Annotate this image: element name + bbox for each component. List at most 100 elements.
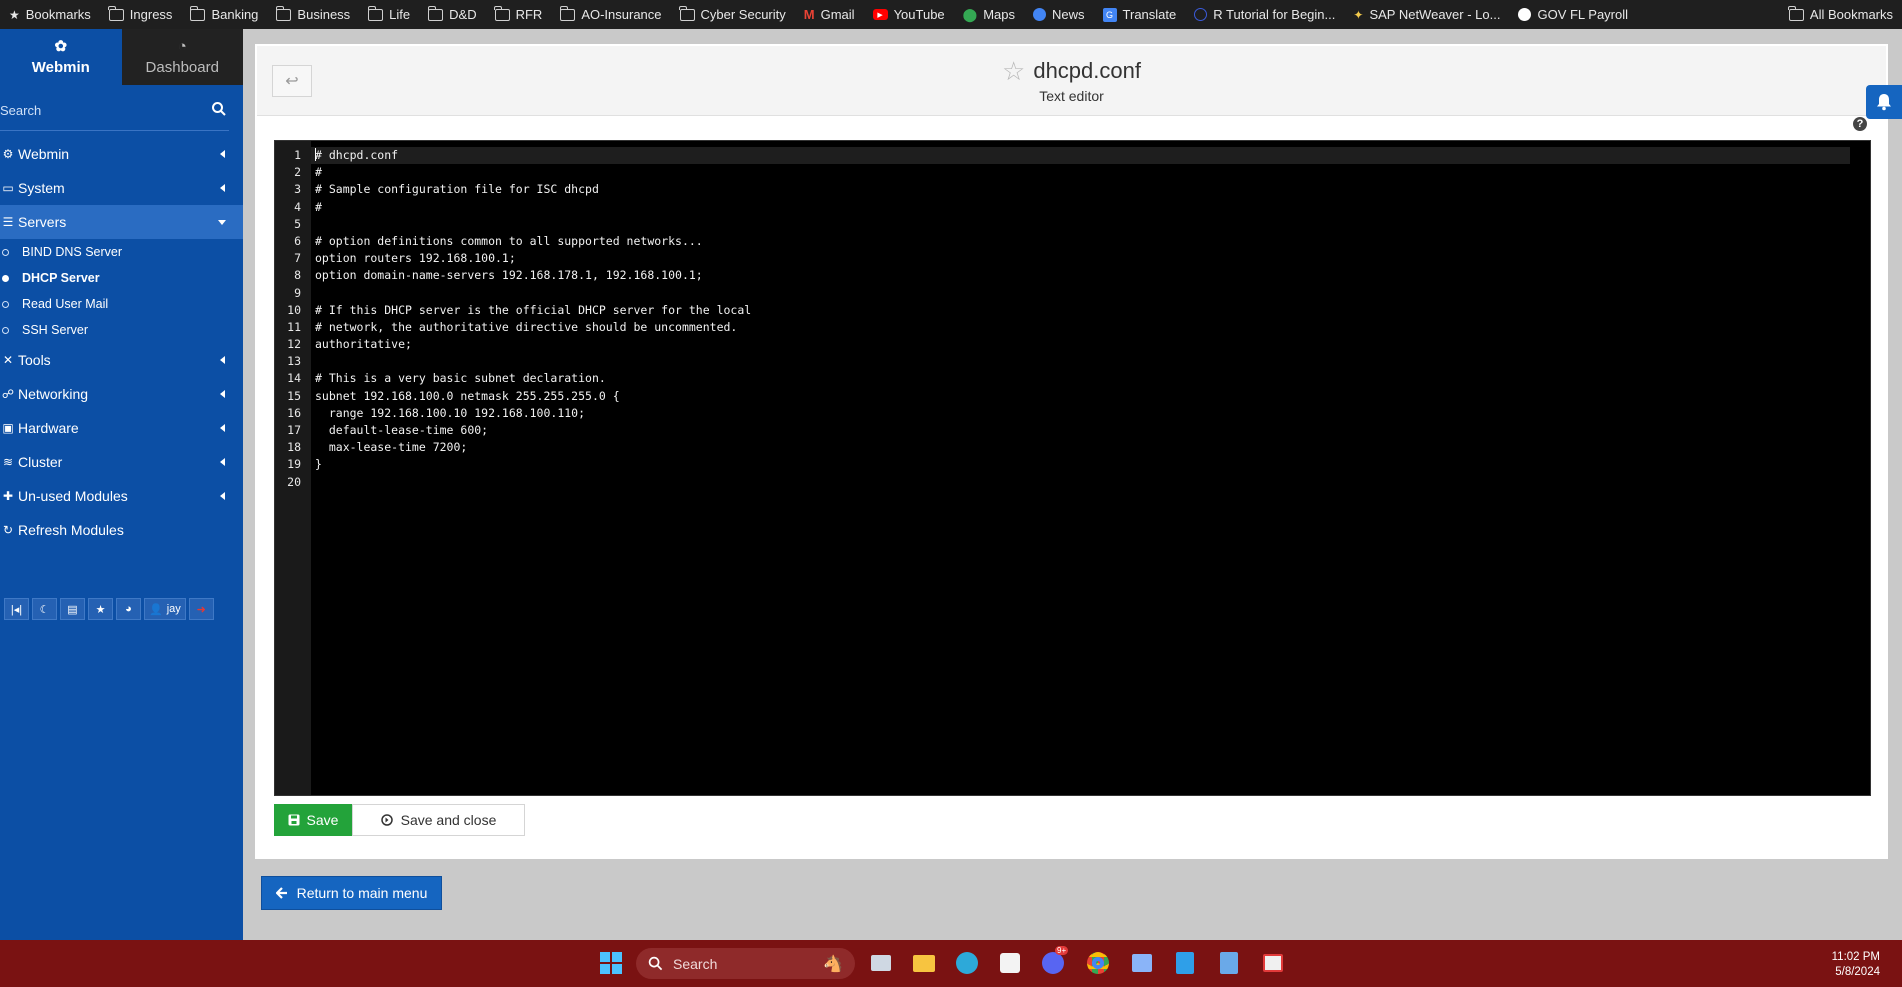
tab-webmin[interactable]: ✿ Webmin	[0, 29, 122, 85]
sidebar-toolbar: |◂| ☾ ▤ ★ ◕ 👤 jay ➜	[4, 598, 214, 620]
save-and-close-button[interactable]: Save and close	[352, 804, 525, 836]
line-number: 18	[287, 440, 301, 455]
microsoft-store-button[interactable]	[997, 950, 1023, 976]
chrome-browser-button[interactable]	[1085, 950, 1111, 976]
return-to-main-menu-button[interactable]: Return to main menu	[261, 876, 442, 910]
code-line[interactable]	[311, 216, 1870, 233]
sidebar-item-system[interactable]: ▭ System	[0, 171, 243, 205]
code-line[interactable]: # Sample configuration file for ISC dhcp…	[311, 181, 1870, 198]
line-number: 9	[294, 285, 301, 300]
star-icon: ★	[95, 603, 106, 616]
bookmark-folder-life[interactable]: Life	[359, 0, 419, 29]
line-number: 5	[294, 216, 301, 231]
code-editor[interactable]: 1 2 3 4 5 6 7 8 9 10 11 12 13 14 15 16 17 18 19 20 # dhcpd.…	[274, 140, 1871, 796]
code-line[interactable]: #	[311, 164, 1870, 181]
code-line[interactable]	[311, 353, 1870, 370]
remote-desktop-button[interactable]	[1129, 950, 1155, 976]
code-line[interactable]: default-lease-time 600;	[311, 422, 1870, 439]
folder-icon	[189, 5, 206, 21]
submenu-item-bind-dns[interactable]: BIND DNS Server	[0, 239, 243, 265]
bookmark-folder-ingress[interactable]: Ingress	[100, 0, 182, 29]
folder-icon	[427, 5, 444, 21]
sidebar-item-webmin[interactable]: ⚙ Webmin	[0, 137, 243, 171]
calculator-button[interactable]	[1216, 950, 1242, 976]
code-line[interactable]: range 192.168.100.10 192.168.100.110;	[311, 405, 1870, 422]
code-content[interactable]: # dhcpd.conf # # Sample configuration file…	[311, 141, 1870, 795]
code-line[interactable]: max-lease-time 7200;	[311, 439, 1870, 456]
bookmark-youtube[interactable]: ▶ YouTube	[864, 0, 954, 29]
sidebar-item-tools[interactable]: ✕ Tools	[0, 343, 243, 377]
taskbar-search[interactable]: Search 🐴	[636, 948, 855, 979]
bookmark-r-tutorial[interactable]: R Tutorial for Begin...	[1185, 0, 1344, 29]
bookmark-bookmarks[interactable]: ★ Bookmarks	[0, 0, 100, 29]
floppy-disk-icon	[288, 814, 300, 826]
start-button[interactable]	[598, 950, 624, 976]
code-line[interactable]	[311, 474, 1870, 491]
sidebar-item-cluster[interactable]: ≋ Cluster	[0, 445, 243, 479]
line-number: 11	[287, 319, 301, 334]
code-line[interactable]: subnet 192.168.100.0 netmask 255.255.255…	[311, 388, 1870, 405]
night-mode-button[interactable]: ☾	[32, 598, 57, 620]
bookmark-translate[interactable]: G Translate	[1094, 0, 1186, 29]
favorite-star-icon[interactable]: ☆	[1002, 58, 1025, 84]
code-line[interactable]: # This is a very basic subnet declaratio…	[311, 370, 1870, 387]
logout-button[interactable]: ➜	[188, 598, 214, 620]
code-line[interactable]: # dhcpd.conf	[311, 147, 1850, 165]
sidebar-item-refresh-modules[interactable]: ↻ Refresh Modules	[0, 513, 243, 547]
edge-browser-button[interactable]	[954, 950, 980, 976]
bookmark-gmail[interactable]: M Gmail	[795, 0, 864, 29]
bookmark-folder-cyber-security[interactable]: Cyber Security	[671, 0, 795, 29]
code-line[interactable]: #	[311, 199, 1870, 216]
tab-dashboard[interactable]: ◔ Dashboard	[121, 29, 243, 85]
all-bookmarks-folder[interactable]: All Bookmarks	[1780, 0, 1902, 29]
snipping-tool-button[interactable]	[1260, 950, 1286, 976]
bookmark-news[interactable]: News	[1024, 0, 1094, 29]
code-line[interactable]: option routers 192.168.100.1;	[311, 250, 1870, 267]
network-icon: ☍	[1, 387, 15, 401]
favorites-button[interactable]: ★	[88, 598, 113, 620]
theme-button[interactable]: ◕	[116, 598, 141, 620]
save-button[interactable]: Save	[274, 804, 352, 836]
servers-submenu: BIND DNS Server DHCP Server Read User Ma…	[0, 239, 243, 343]
code-line[interactable]: # network, the authoritative directive s…	[311, 319, 1870, 336]
notepad-button[interactable]	[1172, 950, 1198, 976]
puzzle-icon: ✚	[2, 489, 14, 503]
bookmark-folder-rfr[interactable]: RFR	[486, 0, 552, 29]
user-button[interactable]: 👤 jay	[144, 598, 186, 620]
bookmark-maps[interactable]: ⬤ Maps	[954, 0, 1024, 29]
sidebar-item-hardware[interactable]: ▣ Hardware	[0, 411, 243, 445]
code-line[interactable]: }	[311, 456, 1870, 473]
sidebar-item-servers[interactable]: ☰ Servers	[0, 205, 243, 239]
bookmark-folder-banking[interactable]: Banking	[181, 0, 267, 29]
terminal-button[interactable]: ▤	[60, 598, 85, 620]
palette-icon: ◕	[125, 603, 132, 615]
folder-icon	[367, 5, 384, 21]
code-line[interactable]: # option definitions common to all suppo…	[311, 233, 1870, 250]
bookmark-folder-dnd[interactable]: D&D	[419, 0, 485, 29]
file-explorer-button[interactable]	[911, 950, 937, 976]
submenu-item-dhcp-server[interactable]: DHCP Server	[0, 265, 243, 291]
chat-app-button[interactable]: 9+	[1040, 946, 1069, 976]
folder-icon	[913, 954, 935, 972]
help-icon[interactable]: ?	[1853, 117, 1867, 131]
code-line[interactable]: # If this DHCP server is the official DH…	[311, 302, 1870, 319]
code-line[interactable]: option domain-name-servers 192.168.178.1…	[311, 267, 1870, 284]
code-line[interactable]: authoritative;	[311, 336, 1870, 353]
submenu-item-read-user-mail[interactable]: Read User Mail	[0, 291, 243, 317]
search-input[interactable]	[0, 99, 210, 121]
page-title: dhcpd.conf	[1033, 58, 1141, 83]
collapse-sidebar-button[interactable]: |◂|	[4, 598, 29, 620]
sidebar-item-networking[interactable]: ☍ Networking	[0, 377, 243, 411]
taskbar-clock[interactable]: 11:02 PM 5/8/2024	[1832, 950, 1880, 980]
code-line[interactable]	[311, 285, 1870, 302]
bookmark-folder-business[interactable]: Business	[267, 0, 359, 29]
bookmark-gov-fl-payroll[interactable]: GOV FL Payroll	[1509, 0, 1637, 29]
bookmark-folder-ao-insurance[interactable]: AO-Insurance	[551, 0, 670, 29]
submenu-item-ssh-server[interactable]: SSH Server	[0, 317, 243, 343]
notifications-bell-button[interactable]	[1866, 85, 1902, 119]
sidebar-item-unused-modules[interactable]: ✚ Un-used Modules	[0, 479, 243, 513]
bookmark-sap-netweaver[interactable]: ✦ SAP NetWeaver - Lo...	[1344, 0, 1509, 29]
line-number: 3	[294, 182, 301, 197]
task-view-button[interactable]	[868, 950, 894, 976]
search-icon[interactable]	[211, 101, 227, 117]
